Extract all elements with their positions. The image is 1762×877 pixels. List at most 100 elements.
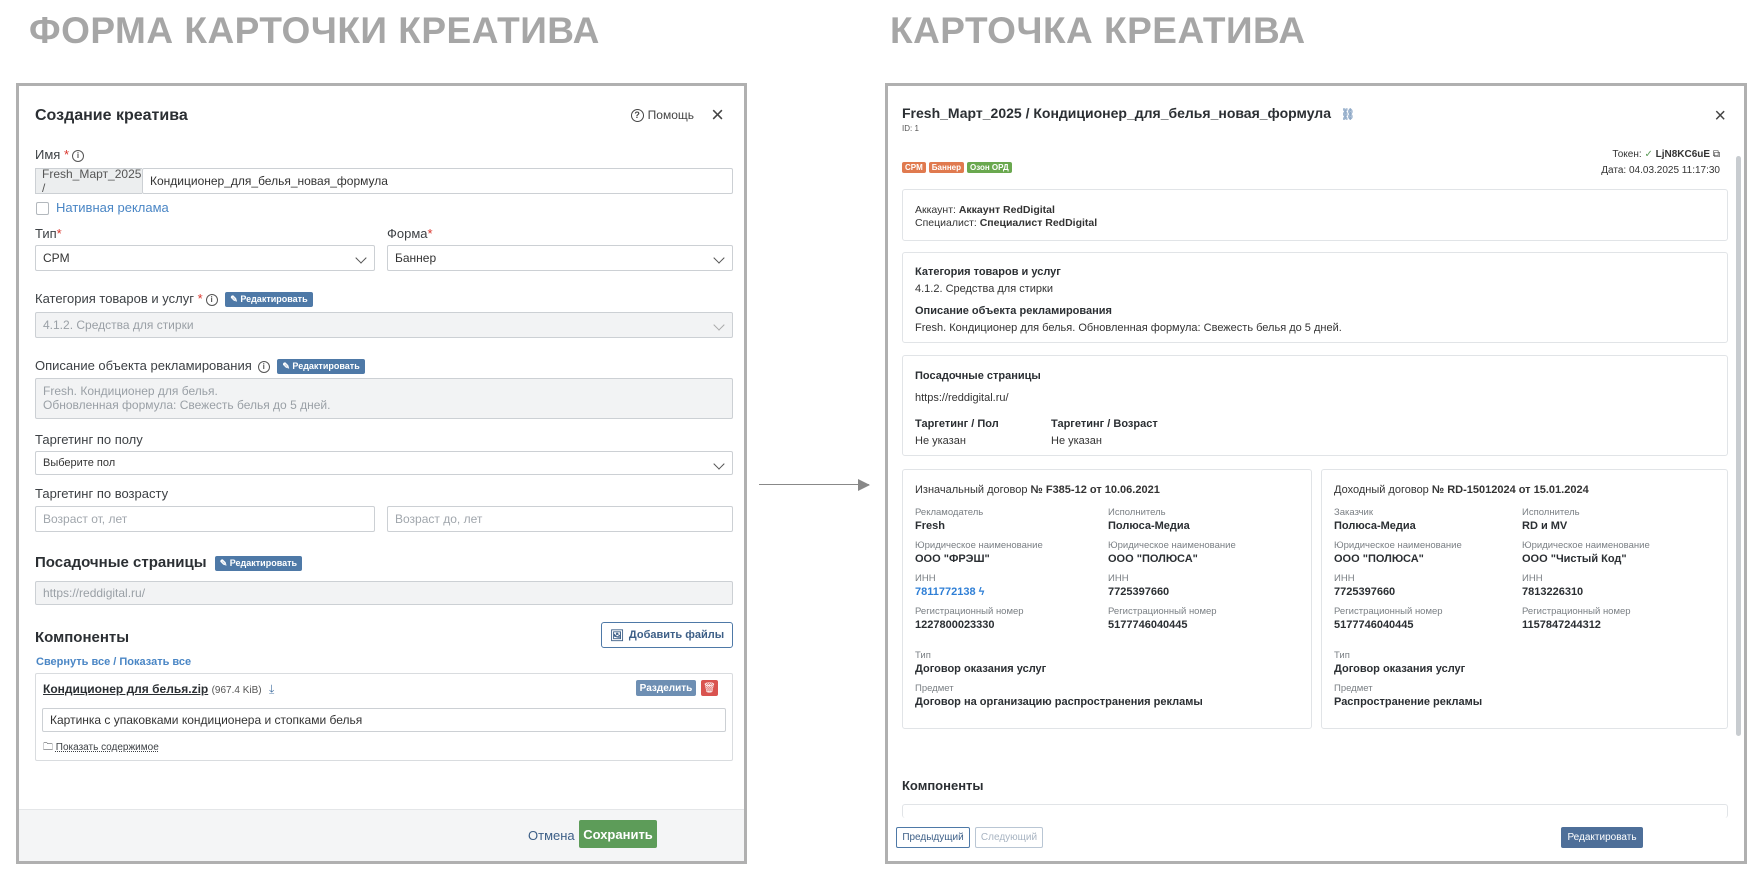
legal-label: Юридическое наименование <box>915 540 1043 551</box>
show-content-link[interactable]: 🗀 Показать содержимое <box>43 740 159 757</box>
native-checkbox[interactable] <box>36 202 49 215</box>
file-description-input[interactable]: Картинка с упаковками кондиционера и сто… <box>42 708 726 732</box>
collapse-all-link[interactable]: Свернуть все / Показать все <box>36 656 191 668</box>
specialist-row: Специалист: Специалист RedDigital <box>915 217 1097 229</box>
native-label[interactable]: Нативная реклама <box>56 200 169 215</box>
tag-cpm: CPM <box>902 162 926 173</box>
type-label-text: Тип <box>35 226 57 241</box>
type-label: Тип* <box>35 226 62 241</box>
help-link[interactable]: ? Помощь <box>630 108 694 122</box>
chevron-down-icon <box>355 252 367 264</box>
show-content-label: Показать содержимое <box>55 742 159 753</box>
category-select: 4.1.2. Средства для стирки <box>35 312 733 338</box>
category-title: Категория товаров и услуг <box>915 266 1061 278</box>
inn-label: ИНН <box>1522 573 1543 584</box>
contract-initial-panel: Изначальный договор № F385-12 от 10.06.2… <box>902 469 1312 729</box>
executor-value: RD и MV <box>1522 520 1568 532</box>
form-section-title: ФОРМА КАРТОЧКИ КРЕАТИВА <box>29 10 600 51</box>
contract-income-title: Доходный договор № RD-15012024 от 15.01.… <box>1334 484 1589 496</box>
category-label-text: Категория товаров и услуг <box>35 291 194 306</box>
next-button[interactable]: Следующий <box>975 827 1043 848</box>
reg-label: Регистрационный номер <box>1108 606 1217 617</box>
edit-category-button[interactable]: ✎ Редактировать <box>225 292 313 308</box>
age-label: Таргетинг по возрасту <box>35 486 169 501</box>
card-title-text: Fresh_Март_2025 / Кондиционер_для_белья_… <box>902 105 1331 121</box>
name-label-text: Имя <box>35 147 61 162</box>
prev-button[interactable]: Предыдущий <box>896 827 970 848</box>
format-select[interactable]: Баннер <box>387 245 733 271</box>
legal-label: Юридическое наименование <box>1108 540 1236 551</box>
legal-label: Юридическое наименование <box>1334 540 1462 551</box>
contract-subject-label: Предмет <box>915 683 954 694</box>
edit-description-button[interactable]: ✎ Редактировать <box>277 359 365 375</box>
file-name-link[interactable]: Кондиционер для белья.zip <box>43 682 208 696</box>
file-size: (967.4 KiB) <box>211 685 262 696</box>
card-date: Дата: 04.03.2025 11:17:30 <box>1601 165 1720 176</box>
type-select[interactable]: CPM <box>35 245 375 271</box>
save-button[interactable]: Сохранить <box>579 820 657 848</box>
type-value: CPM <box>43 251 70 265</box>
age-to-input[interactable]: Возраст до, лет <box>387 506 733 532</box>
tgt-gender-title: Таргетинг / Пол <box>915 418 999 430</box>
description-textarea: Fresh. Кондиционер для белья. Обновленна… <box>35 378 733 419</box>
arrow-line <box>759 484 869 485</box>
tgt-age-value: Не указан <box>1051 435 1102 447</box>
legal-value: ООО "ПОЛЮСА" <box>1334 553 1424 565</box>
trash-icon[interactable]: 🗑 <box>701 680 718 696</box>
split-button[interactable]: Разделить <box>636 680 696 696</box>
landing-title: Посадочные страницы <box>915 370 1041 382</box>
add-files-button[interactable]: 🖼 Добавить файлы <box>601 622 733 648</box>
card-section-title: КАРТОЧКА КРЕАТИВА <box>890 10 1306 51</box>
age-from-input[interactable]: Возраст от, лет <box>35 506 375 532</box>
close-icon[interactable]: × <box>711 104 724 126</box>
edit-badge-label: Редактировать <box>240 294 308 305</box>
executor-label: Исполнитель <box>1522 507 1580 518</box>
contract-type-label: Тип <box>915 650 931 661</box>
cancel-button[interactable]: Отмена <box>528 828 575 843</box>
chevron-down-icon <box>713 252 725 264</box>
reg-value: 5177746040445 <box>1334 619 1414 631</box>
description-label-text: Описание объекта рекламирования <box>35 358 252 373</box>
help-label: Помощь <box>647 108 694 122</box>
gender-label: Таргетинг по полу <box>35 432 143 447</box>
scrollbar[interactable] <box>1736 156 1741 736</box>
contract-subject-value: Договор на организацию распространения р… <box>915 696 1203 708</box>
contract-income-panel: Доходный договор № RD-15012024 от 15.01.… <box>1321 469 1728 729</box>
contract-type-value: Договор оказания услуг <box>915 663 1047 675</box>
inn-label: ИНН <box>915 573 936 584</box>
link-icon[interactable]: ⛓ <box>1341 109 1355 121</box>
check-circle-icon: ✓ <box>1644 149 1653 160</box>
contract-title-prefix: Изначальный договор <box>915 484 1028 496</box>
inn-value: 7725397660 <box>1334 586 1396 598</box>
inn-link[interactable]: 7811772138 ϟ <box>915 586 984 598</box>
contract-type-value: Договор оказания услуг <box>1334 663 1466 675</box>
copy-icon[interactable]: ⧉ <box>1713 149 1720 160</box>
arrow-head <box>858 479 870 491</box>
card-components-title: Компоненты <box>902 778 984 793</box>
inn-label: ИНН <box>1334 573 1355 584</box>
download-icon[interactable]: ⤓ <box>269 682 274 696</box>
contract-title-number: № RD-15012024 от 15.01.2024 <box>1431 484 1589 496</box>
folder-icon: 🗀 <box>43 742 53 753</box>
edit-landing-button[interactable]: ✎ Редактировать <box>214 555 303 571</box>
executor-value: Полюса-Медиа <box>1108 520 1190 532</box>
category-label: Категория товаров и услуг * i ✎ Редактиро… <box>35 291 313 308</box>
gender-select[interactable]: Выберите пол <box>35 451 733 475</box>
landing-section-title: Посадочные страницы ✎ Редактировать <box>35 554 303 571</box>
landing-value[interactable]: https://reddigital.ru/ <box>915 392 1009 404</box>
edit-badge-label: Редактировать <box>229 557 298 568</box>
close-icon[interactable]: × <box>1714 106 1726 126</box>
tag-banner: Баннер <box>928 162 964 173</box>
token-value: LjN8KC6uE <box>1655 149 1711 160</box>
tgt-gender-value: Не указан <box>915 435 966 447</box>
customer-label: Заказчик <box>1334 507 1374 518</box>
question-icon: ? <box>630 108 644 122</box>
tag-ord: Озон ОРД <box>966 162 1012 173</box>
specialist-value: Специалист RedDigital <box>979 217 1098 229</box>
dialog-footer: Отмена Сохранить <box>19 809 744 861</box>
legal-value: ООО "Чистый Код" <box>1522 553 1627 565</box>
account-value: Аккаунт RedDigital <box>958 204 1055 216</box>
edit-button[interactable]: Редактировать <box>1561 827 1643 848</box>
legal-value: ООО "ФРЭШ" <box>915 553 990 565</box>
name-input[interactable]: Кондиционер_для_белья_новая_формула <box>142 168 733 194</box>
